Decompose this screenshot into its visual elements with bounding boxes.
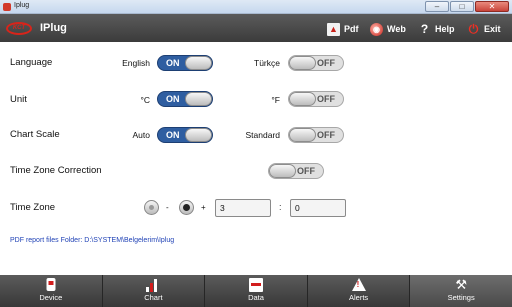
power-icon: ⏻ — [468, 21, 479, 36]
tz-plus-sign: + — [201, 203, 206, 212]
pdf-button[interactable]: ▲ Pdf — [327, 21, 359, 37]
chart-scale-standard-toggle[interactable]: OFF — [288, 127, 344, 143]
maximize-button[interactable]: □ — [450, 1, 474, 12]
time-zone-label: Time Zone — [10, 202, 56, 213]
language-english-toggle[interactable]: ON — [157, 55, 213, 71]
web-button[interactable]: ◉ Web — [370, 21, 406, 37]
chart-scale-standard-label: Standard — [245, 130, 281, 140]
toggle-state-text: ON — [166, 58, 180, 68]
tab-device[interactable]: Device — [0, 275, 103, 307]
tab-data[interactable]: Data — [205, 275, 308, 307]
help-button[interactable]: ? Help — [418, 21, 455, 37]
unit-fahrenheit-toggle[interactable]: OFF — [288, 91, 344, 107]
radio-dot — [183, 204, 190, 211]
device-icon — [46, 278, 56, 291]
chart-scale-auto-toggle[interactable]: ON — [157, 127, 213, 143]
tz-minus-radio[interactable] — [144, 200, 159, 215]
radio-dot — [149, 205, 154, 210]
chart-icon — [146, 278, 160, 292]
tz-colon: : — [279, 202, 282, 212]
pdf-folder-path: PDF report files Folder: D:\SYSTEM\Belge… — [10, 237, 175, 244]
web-button-label: Web — [387, 24, 406, 34]
toggle-state-text: ON — [166, 94, 180, 104]
unit-fahrenheit-label: °F — [271, 95, 280, 105]
tab-alerts-label: Alerts — [348, 293, 369, 302]
tab-settings-label: Settings — [447, 293, 475, 302]
settings-icon: ⚒ — [455, 277, 467, 292]
language-turkce-toggle[interactable]: OFF — [288, 55, 344, 71]
tab-chart[interactable]: Chart — [103, 275, 206, 307]
tab-settings[interactable]: ⚒ Settings — [410, 275, 512, 307]
help-button-label: Help — [435, 24, 455, 34]
bottom-tab-bar: Device Chart Data Alerts ⚒ Settings — [0, 275, 512, 307]
toggle-state-text: ON — [166, 130, 180, 140]
pdf-button-label: Pdf — [344, 24, 359, 34]
window-title: Iplug — [14, 2, 30, 9]
pdf-icon: ▲ — [327, 22, 340, 36]
toggle-knob — [289, 56, 316, 70]
chart-scale-label: Chart Scale — [10, 129, 60, 140]
window-titlebar: Iplug – □ ✕ — [0, 0, 512, 14]
toggle-state-text: OFF — [317, 94, 335, 104]
exit-button[interactable]: ⏻ Exit — [467, 21, 501, 37]
alert-icon — [351, 278, 366, 291]
brand-logo: KCT — [6, 22, 32, 35]
help-icon: ? — [420, 21, 429, 36]
app-window-icon — [3, 3, 11, 11]
toggle-knob — [269, 164, 296, 178]
language-english-label: English — [122, 58, 150, 68]
language-turkce-label: Türkçe — [254, 58, 280, 68]
tab-device-label: Device — [39, 293, 63, 302]
tz-correction-toggle[interactable]: OFF — [268, 163, 324, 179]
tab-chart-label: Chart — [144, 293, 163, 302]
toggle-knob — [185, 92, 212, 106]
tz-correction-label: Time Zone Correction — [10, 165, 102, 176]
language-label: Language — [10, 57, 53, 68]
app-title: IPlug — [40, 22, 67, 34]
toggle-knob — [289, 92, 316, 106]
data-icon — [248, 278, 263, 292]
globe-icon: ◉ — [370, 22, 383, 36]
tab-data-label: Data — [248, 293, 264, 302]
tz-minus-sign: - — [166, 203, 169, 212]
chart-scale-auto-label: Auto — [132, 130, 151, 140]
close-window-button[interactable]: ✕ — [475, 1, 509, 12]
toggle-state-text: OFF — [317, 130, 335, 140]
unit-label: Unit — [10, 94, 27, 105]
exit-button-label: Exit — [484, 24, 501, 34]
unit-celsius-label: °C — [140, 95, 150, 105]
toggle-knob — [289, 128, 316, 142]
unit-celsius-toggle[interactable]: ON — [157, 91, 213, 107]
tz-plus-radio[interactable] — [179, 200, 194, 215]
tab-alerts[interactable]: Alerts — [308, 275, 411, 307]
app-header: KCT IPlug ▲ Pdf ◉ Web ? Help ⏻ Exit — [0, 14, 512, 42]
tz-minutes-input[interactable]: 0 — [290, 199, 346, 217]
toggle-state-text: OFF — [297, 166, 315, 176]
minimize-button[interactable]: – — [425, 1, 449, 12]
toggle-knob — [185, 128, 212, 142]
window-controls: – □ ✕ — [425, 1, 509, 12]
toggle-state-text: OFF — [317, 58, 335, 68]
tz-hours-input[interactable]: 3 — [215, 199, 271, 217]
toggle-knob — [185, 56, 212, 70]
